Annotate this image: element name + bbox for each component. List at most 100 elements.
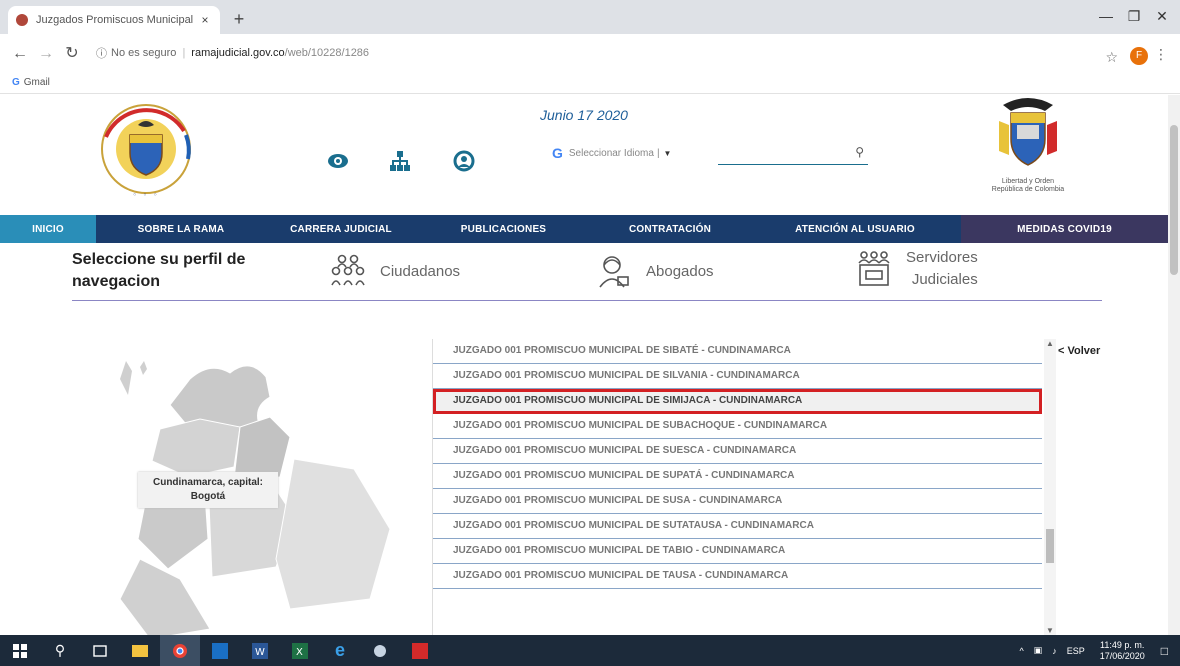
rama-judicial-seal-logo[interactable]: ◦ ◦ ◦ (84, 101, 208, 201)
scroll-down-arrow-icon[interactable]: ▼ (1044, 626, 1056, 635)
profile-option-label: Ciudadanos (380, 262, 461, 280)
page-scrollbar[interactable] (1168, 95, 1180, 635)
site-favicon-icon (16, 14, 28, 26)
google-icon: G (12, 77, 20, 88)
chevron-down-icon: ▼ (663, 148, 672, 158)
profile-option-label-block: Servidores Judiciales (906, 247, 978, 291)
window-close-icon[interactable]: ✕ (1144, 4, 1180, 28)
language-select[interactable]: G Seleccionar Idioma | ▼ (552, 145, 671, 161)
search-icon[interactable]: ⚲ (855, 145, 864, 159)
sitemap-icon[interactable] (388, 149, 412, 173)
new-tab-button[interactable]: + (228, 8, 250, 30)
google-translate-icon: G (552, 145, 563, 161)
tab-close-icon[interactable]: × (198, 13, 212, 27)
nav-inicio[interactable]: INICIO (0, 215, 96, 243)
chrome-icon[interactable] (160, 635, 200, 666)
court-list-item[interactable]: JUZGADO 001 PROMISCUO MUNICIPAL DE TABIO… (433, 539, 1042, 564)
language-placeholder: Seleccionar Idioma (568, 147, 654, 159)
profile-title-line1: Seleccione su perfil de (72, 251, 246, 268)
url-domain: ramajudicial.gov.co (191, 47, 285, 59)
page-scrollbar-thumb[interactable] (1170, 125, 1178, 275)
system-clock[interactable]: 11:49 p. m. 17/06/2020 (1100, 640, 1145, 662)
map-label-line2: Bogotá (190, 491, 226, 502)
profile-option-abogados[interactable]: Abogados (594, 251, 714, 291)
court-list-item[interactable]: JUZGADO 001 PROMISCUO MUNICIPAL DE SUSA … (433, 489, 1042, 514)
url-path: /web/10228/1286 (284, 47, 370, 59)
shield-caption-line1: Libertad y Orden (1001, 178, 1055, 185)
profile-selector-title: Seleccione su perfil de navegacion (72, 249, 245, 293)
language-indicator[interactable]: ESP (1067, 646, 1085, 656)
back-link[interactable]: < Volver (1058, 345, 1100, 357)
map-label-line1: Cundinamarca, capital: (152, 477, 264, 488)
task-view-icon[interactable] (80, 635, 120, 666)
scrollbar-thumb[interactable] (1046, 529, 1054, 563)
browser-menu-icon[interactable]: ⋮ (1154, 46, 1168, 63)
scroll-up-arrow-icon[interactable]: ▲ (1044, 339, 1056, 348)
servers-desk-icon (854, 249, 894, 289)
tab-title: Juzgados Promiscuos Municipal (36, 14, 194, 26)
main-navigation: INICIO SOBRE LA RAMA CARRERA JUDICIAL PU… (0, 215, 1168, 243)
system-tray: ^ ▣ ♪ ESP 11:49 p. m. 17/06/2020 □ (1014, 635, 1180, 666)
user-circle-icon[interactable] (452, 149, 476, 173)
clock-date: 17/06/2020 (1099, 650, 1145, 661)
court-list-scrollbar[interactable]: ▲ ▼ (1044, 339, 1056, 635)
citizens-group-icon (328, 251, 368, 291)
network-icon[interactable]: ▣ (1034, 645, 1043, 656)
volume-icon[interactable]: ♪ (1052, 646, 1057, 656)
profile-title-line2: navegacion (72, 273, 161, 290)
info-icon[interactable]: ⓘ (96, 45, 107, 61)
address-bar[interactable]: ⓘ No es seguro | ramajudicial.gov.co /we… (96, 40, 1156, 66)
acrobat-icon[interactable] (400, 635, 440, 666)
forward-arrow-icon[interactable]: → (34, 42, 58, 66)
windows-taskbar: ⚲ W X e ^ ▣ ♪ ESP 11:49 p. m. 17/06/2020… (0, 635, 1180, 666)
file-explorer-icon[interactable] (120, 635, 160, 666)
court-list-item[interactable]: JUZGADO 001 PROMISCUO MUNICIPAL DE SUTAT… (433, 514, 1042, 539)
reload-icon[interactable]: ↻ (60, 42, 84, 66)
court-list-item[interactable]: JUZGADO 001 PROMISCUO MUNICIPAL DE SILVA… (433, 364, 1042, 389)
search-icon[interactable]: ⚲ (40, 635, 80, 666)
svg-text:W: W (255, 647, 265, 658)
tab-strip: Juzgados Promiscuos Municipal × + — ❐ ✕ (0, 0, 1180, 34)
court-list-item[interactable]: JUZGADO 001 PROMISCUO MUNICIPAL DE SUPAT… (433, 464, 1042, 489)
lawyer-icon (594, 251, 634, 291)
profile-option-servidores[interactable]: Servidores Judiciales (854, 247, 978, 291)
browser-toolbar: ← → ↻ ⓘ No es seguro | ramajudicial.gov.… (0, 34, 1180, 74)
profile-avatar[interactable]: F (1130, 47, 1148, 65)
svg-text:◦ ◦ ◦: ◦ ◦ ◦ (133, 191, 160, 199)
nav-contratacion[interactable]: CONTRATACIÓN (591, 215, 749, 243)
court-list-item[interactable]: JUZGADO 001 PROMISCUO MUNICIPAL DE SUESC… (433, 439, 1042, 464)
site-search-input[interactable]: ⚲ (718, 145, 868, 165)
court-list-item[interactable]: JUZGADO 001 PROMISCUO MUNICIPAL DE SIBAT… (433, 339, 1042, 364)
excel-icon[interactable]: X (280, 635, 320, 666)
court-list-item[interactable]: JUZGADO 001 PROMISCUO MUNICIPAL DE SUBAC… (433, 414, 1042, 439)
word-icon[interactable]: W (240, 635, 280, 666)
nav-carrera-judicial[interactable]: CARRERA JUDICIAL (266, 215, 416, 243)
back-arrow-icon[interactable]: ← (8, 42, 32, 66)
security-status: No es seguro (111, 47, 177, 59)
nav-medidas-covid19[interactable]: MEDIDAS COVID19 (961, 215, 1168, 243)
notifications-icon[interactable]: □ (1161, 644, 1168, 658)
court-list-item[interactable]: JUZGADO 001 PROMISCUO MUNICIPAL DE TAUSA… (433, 564, 1042, 589)
nav-atencion-al-usuario[interactable]: ATENCIÓN AL USUARIO (749, 215, 961, 243)
profile-option-label-line1: Servidores (906, 249, 978, 266)
profile-option-label-line2: Judiciales (911, 271, 978, 288)
court-list[interactable]: JUZGADO 001 PROMISCUO MUNICIPAL DE SIBAT… (432, 339, 1042, 635)
bookmark-star-icon[interactable]: ☆ (1105, 49, 1118, 66)
profile-option-ciudadanos[interactable]: Ciudadanos (328, 251, 460, 291)
bookmark-gmail[interactable]: G Gmail (12, 77, 50, 88)
edge-icon[interactable]: e (320, 635, 360, 666)
windows-start-icon[interactable] (0, 635, 40, 666)
bookmarks-bar: G Gmail (0, 74, 1180, 94)
paint-icon[interactable] (360, 635, 400, 666)
shield-caption-line2: República de Colombia (991, 186, 1065, 193)
nav-publicaciones[interactable]: PUBLICACIONES (416, 215, 591, 243)
eye-icon[interactable] (326, 149, 350, 173)
outlook-icon[interactable] (200, 635, 240, 666)
current-date: Junio 17 2020 (540, 107, 628, 123)
show-hidden-icons-icon[interactable]: ^ (1019, 646, 1023, 656)
court-list-item-selected[interactable]: JUZGADO 001 PROMISCUO MUNICIPAL DE SIMIJ… (433, 389, 1042, 414)
browser-tab[interactable]: Juzgados Promiscuos Municipal × (8, 6, 220, 34)
svg-text:X: X (296, 647, 303, 658)
nav-sobre-la-rama[interactable]: SOBRE LA RAMA (96, 215, 266, 243)
colombia-shield-logo: Libertad y Orden República de Colombia (980, 95, 1076, 195)
